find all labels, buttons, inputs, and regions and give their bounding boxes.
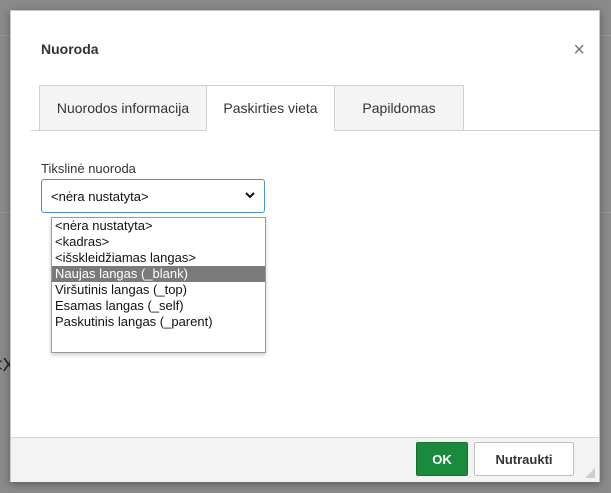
ok-button[interactable]: OK [416, 442, 468, 476]
background-dashed-line [600, 212, 611, 213]
target-select[interactable]: <nėra nustatyta> [41, 179, 265, 213]
option-none[interactable]: <nėra nustatyta> [52, 218, 265, 234]
background-dashed-line [600, 35, 611, 36]
resize-handle-icon[interactable] [585, 468, 595, 478]
option-frame[interactable]: <kadras> [52, 234, 265, 250]
target-field-label: Tikslinė nuoroda [41, 161, 136, 176]
background-dashed-line [0, 35, 10, 36]
cancel-button[interactable]: Nutraukti [474, 442, 574, 476]
target-options-list: <nėra nustatyta> <kadras> <išskleidžiama… [51, 217, 266, 353]
link-dialog: Nuoroda × Nuorodos informacija Paskirtie… [10, 10, 600, 482]
option-blank[interactable]: Naujas langas (_blank) [52, 266, 265, 282]
tab-target[interactable]: Paskirties vieta [206, 85, 335, 131]
background-page-strip-top [0, 0, 611, 10]
chevron-down-icon [244, 189, 256, 204]
option-popup[interactable]: <išskleidžiamas langas> [52, 250, 265, 266]
option-self[interactable]: Esamas langas (_self) [52, 298, 265, 314]
tab-link-info[interactable]: Nuorodos informacija [39, 85, 207, 131]
tab-advanced[interactable]: Papildomas [334, 85, 464, 131]
target-select-value: <nėra nustatyta> [51, 188, 149, 204]
option-parent[interactable]: Paskutinis langas (_parent) [52, 314, 265, 330]
background-dashed-line [0, 212, 10, 213]
option-top[interactable]: Viršutinis langas (_top) [52, 282, 265, 298]
dialog-footer: OK Nutraukti [11, 437, 599, 482]
dialog-title: Nuoroda [41, 41, 99, 57]
close-icon[interactable]: × [573, 40, 585, 60]
